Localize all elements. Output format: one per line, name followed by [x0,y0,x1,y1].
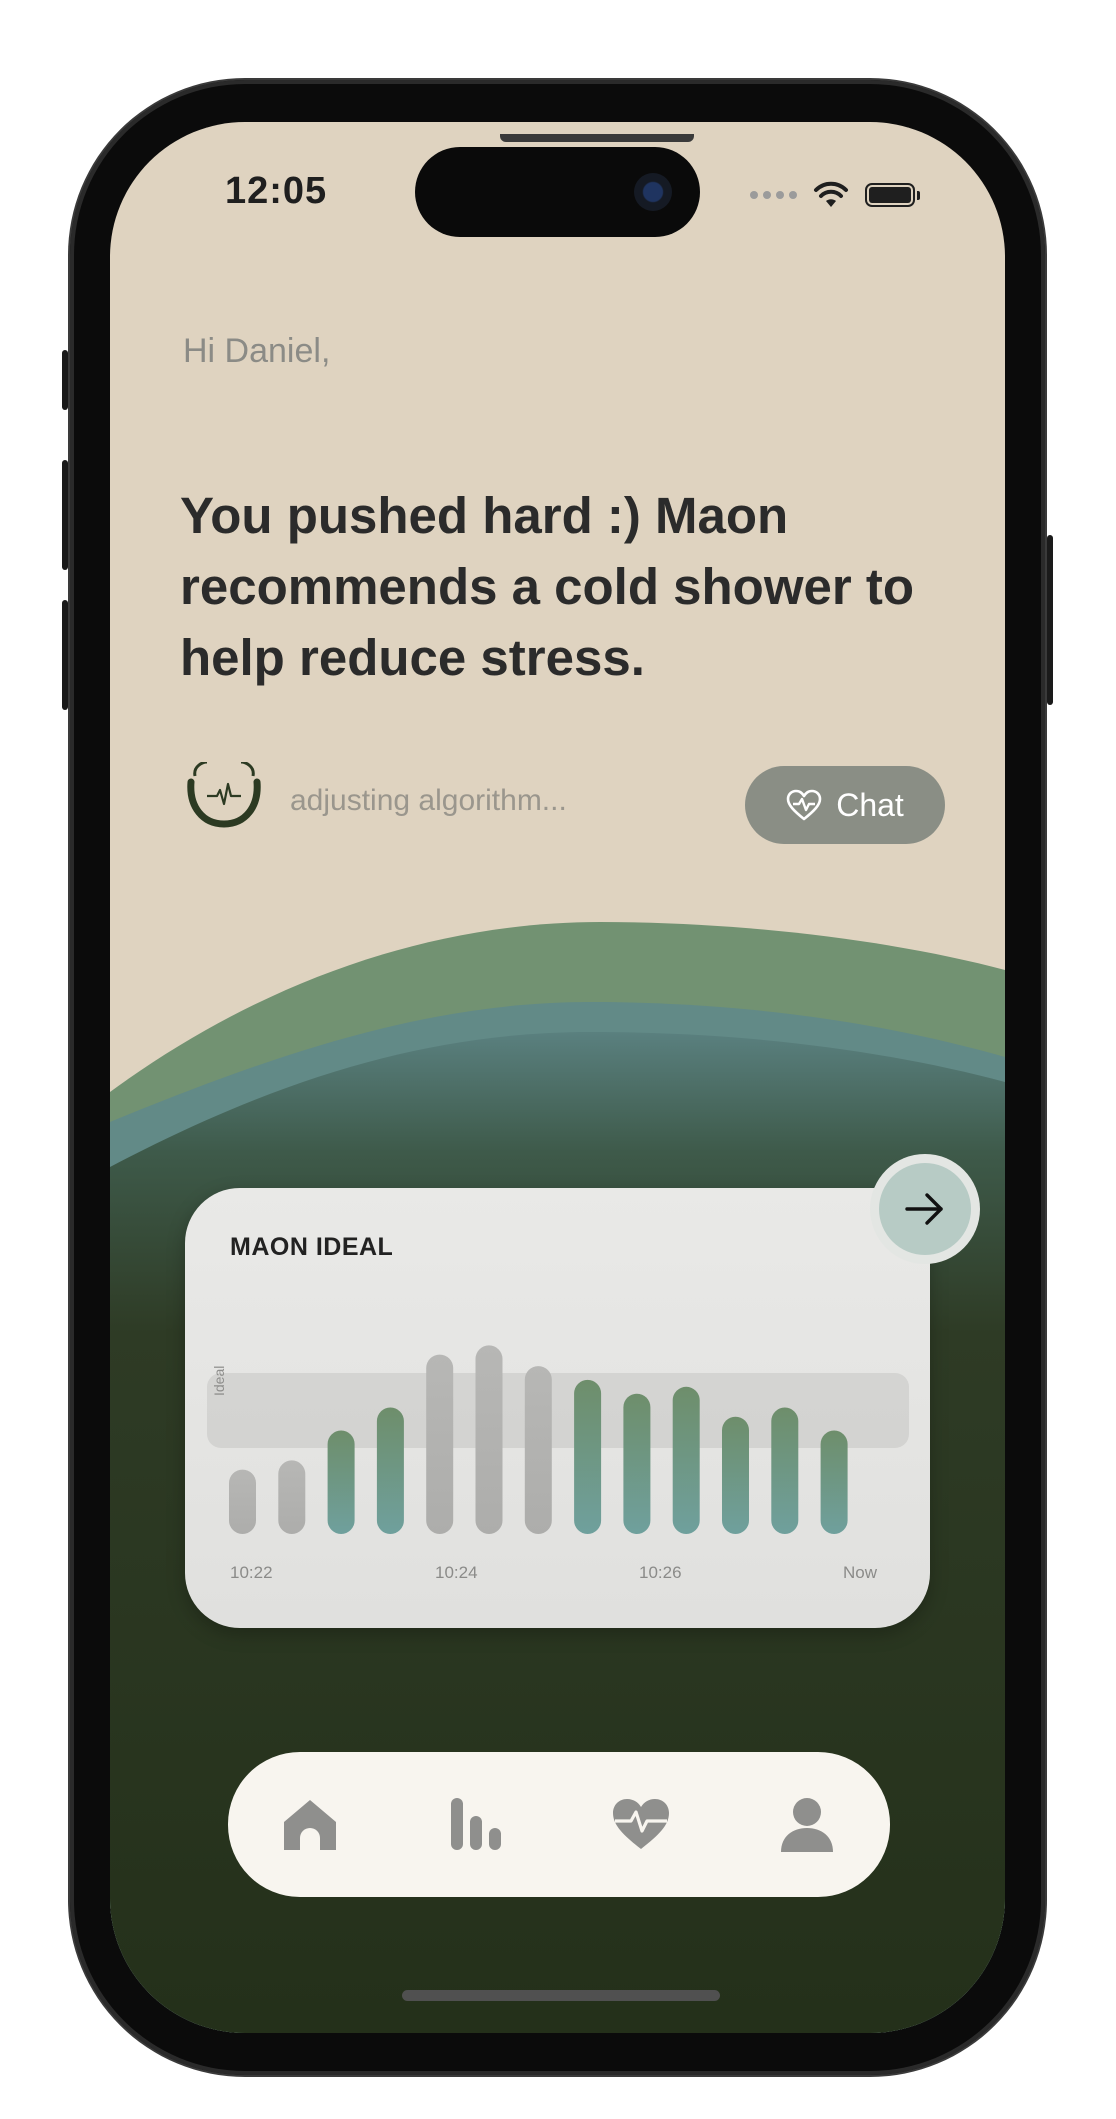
headline: You pushed hard :) Maon recommends a col… [180,487,915,686]
chart-bar-5 [426,1354,454,1534]
volume-up-button [62,460,68,570]
chart-bar-1 [229,1469,256,1534]
chat-button[interactable]: Chat [745,766,945,844]
chart-bar-7 [524,1366,552,1534]
maon-logo-icon [187,762,261,828]
chart-bar-3 [327,1430,355,1534]
card-arrow-button[interactable] [870,1154,980,1264]
chart-bar-11 [722,1416,749,1534]
heart-pulse-icon [613,1799,669,1849]
battery-icon [865,183,915,207]
power-button [1047,535,1053,705]
volume-down-button [62,600,68,710]
bottom-nav [228,1752,890,1897]
bar-chart-icon [451,1798,501,1850]
home-indicator [402,1990,720,2001]
speaker-grille [500,134,694,142]
x-tick-1024: 10:24 [435,1563,478,1582]
maon-ideal-card[interactable]: MAON IDEAL Ideal 10:22 10:24 10:26 Now [185,1188,930,1628]
chart-bar-8 [574,1379,602,1534]
x-tick-1026: 10:26 [639,1563,682,1582]
status-time: 12:05 [225,170,328,212]
user-icon [781,1798,833,1852]
algorithm-status: adjusting algorithm... [290,784,567,817]
home-icon [284,1800,336,1850]
x-tick-now: Now [843,1563,878,1582]
nav-home[interactable] [278,1792,342,1856]
chart-bar-6 [475,1345,503,1534]
app-screen: 12:05 Hi Daniel, You pushed hard :) Maon… [110,122,1005,2033]
ideal-bar-chart [229,1345,848,1534]
nav-stats[interactable] [444,1792,508,1856]
status-icons [750,180,920,210]
camera-icon [634,173,672,211]
chart-bar-12 [771,1407,799,1534]
arrow-right-icon [905,1193,943,1225]
wifi-icon [814,181,848,207]
phone-frame: 12:05 Hi Daniel, You pushed hard :) Maon… [62,80,1053,2075]
chart-bar-2 [278,1460,306,1534]
chart-bar-10 [672,1386,700,1534]
algorithm-row: adjusting algorithm... Chat [185,762,945,844]
chart-bar-9 [623,1393,651,1534]
nav-health[interactable] [609,1792,673,1856]
greeting: Hi Daniel, [183,332,331,370]
x-tick-1022: 10:22 [230,1563,273,1582]
chart-bar-13 [820,1430,848,1534]
dynamic-island [415,147,700,237]
nav-profile[interactable] [775,1792,839,1856]
heart-pulse-icon [786,789,822,821]
signal-icon [750,191,797,199]
action-button [62,350,68,410]
chart-bar-4 [376,1407,404,1534]
chat-button-label: Chat [836,786,904,823]
